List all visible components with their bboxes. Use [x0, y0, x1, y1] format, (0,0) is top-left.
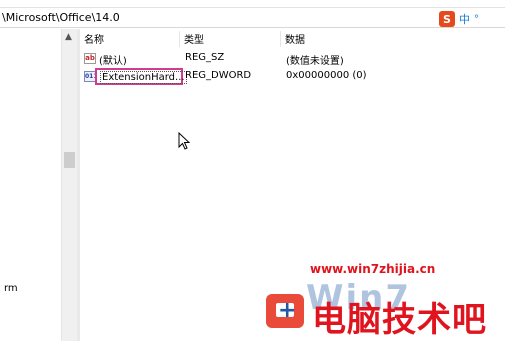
ime-mode-label[interactable]: 中: [459, 11, 470, 27]
list-item-selected[interactable]: 011 ExtensionHard... REG_DWORD 0x0000000…: [80, 68, 505, 86]
registry-tree-pane[interactable]: rm: [0, 29, 62, 341]
value-name: (默认): [99, 56, 127, 67]
watermark-logo-icon: [266, 294, 304, 328]
value-data: (数值未设置): [286, 56, 344, 67]
reg-sz-icon: ab: [84, 53, 96, 64]
scroll-up-arrow-icon[interactable]: ▲: [65, 32, 72, 42]
value-name: ExtensionHard...: [100, 71, 187, 84]
value-data: 0x00000000 (0): [286, 70, 367, 81]
watermark-url: www.win7zhijia.cn: [310, 262, 436, 276]
tree-vertical-scrollbar[interactable]: ▲: [61, 29, 77, 341]
ime-punctuation-icon[interactable]: °: [474, 14, 479, 25]
column-header-type[interactable]: 类型: [180, 31, 281, 47]
ime-indicator[interactable]: S 中 °: [439, 11, 485, 27]
address-path[interactable]: \Microsoft\Office\14.0: [2, 11, 120, 24]
address-bar[interactable]: \Microsoft\Office\14.0 S 中 °: [0, 7, 505, 28]
selected-name-highlight[interactable]: ExtensionHard...: [95, 68, 187, 85]
watermark-brand: 电脑技术吧: [312, 300, 487, 340]
column-header-name[interactable]: 名称: [80, 31, 180, 47]
value-type: REG_SZ: [185, 52, 225, 63]
column-header-data[interactable]: 数据: [281, 31, 505, 47]
value-type: REG_DWORD: [185, 70, 252, 81]
watermark: www.win7zhijia.cn Win7 电脑技术吧: [262, 258, 505, 341]
mouse-cursor-icon: [178, 132, 191, 150]
top-strip: [0, 0, 505, 6]
sogou-ime-icon[interactable]: S: [439, 11, 455, 27]
list-item[interactable]: ab (默认) REG_SZ (数值未设置): [80, 50, 505, 68]
scrollbar-thumb[interactable]: [64, 152, 75, 168]
tree-item-partial[interactable]: rm: [4, 283, 18, 294]
